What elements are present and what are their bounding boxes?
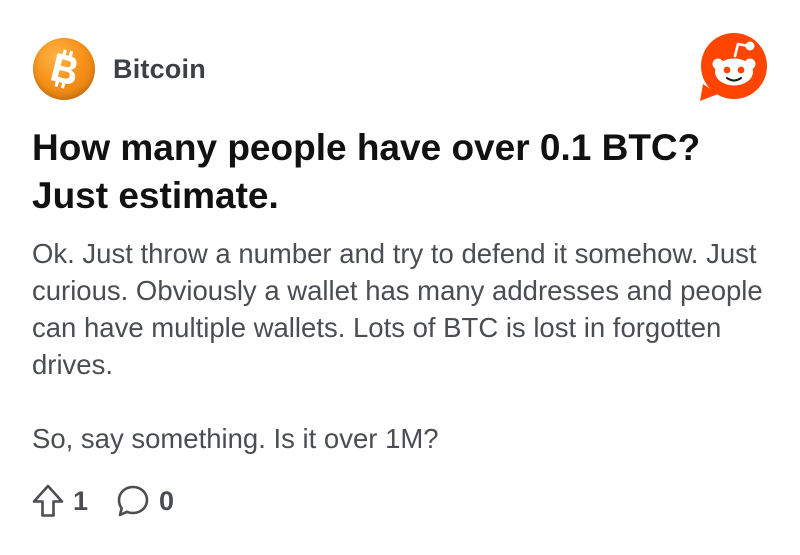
- post-header[interactable]: Bitcoin: [33, 38, 206, 100]
- post-body: Ok. Just throw a number and try to defen…: [32, 235, 777, 457]
- upvote-arrow-icon: [32, 484, 64, 517]
- bitcoin-logo-icon: [50, 49, 77, 89]
- comments-button[interactable]: 0: [116, 484, 174, 518]
- community-name[interactable]: Bitcoin: [113, 54, 206, 85]
- post-actions: 1 0: [32, 484, 174, 518]
- post-card: Bitcoin How many people have over 0.1 BT…: [0, 0, 800, 555]
- reddit-logo-icon: [700, 33, 767, 101]
- comment-bubble-icon: [117, 485, 149, 517]
- post-body-paragraph: So, say something. Is it over 1M?: [32, 423, 439, 454]
- post-title[interactable]: How many people have over 0.1 BTC? Just …: [32, 124, 772, 220]
- community-avatar[interactable]: [33, 38, 95, 100]
- comment-count: 0: [159, 485, 175, 516]
- upvote-button[interactable]: 1: [32, 484, 88, 518]
- vote-count: 1: [73, 485, 89, 516]
- post-body-paragraph: Ok. Just throw a number and try to defen…: [32, 238, 763, 380]
- reddit-logo[interactable]: [698, 32, 770, 102]
